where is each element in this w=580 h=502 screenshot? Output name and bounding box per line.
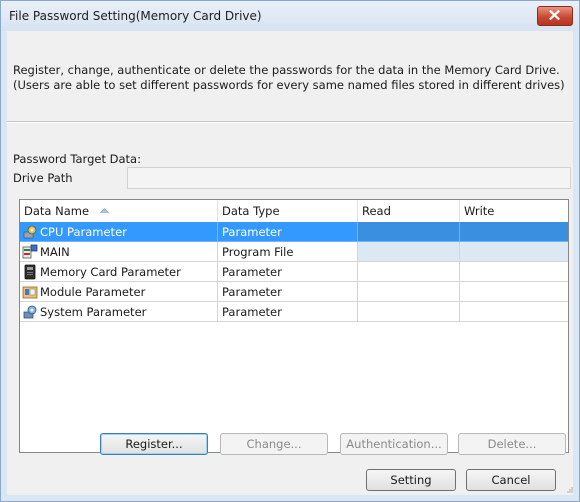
cell-data-name: Memory Card Parameter — [20, 262, 218, 282]
column-header-write[interactable]: Write — [460, 200, 568, 222]
drive-path-label: Drive Path — [13, 171, 73, 185]
authentication-button[interactable]: Authentication... — [340, 433, 448, 455]
grid-header: Data Name Data Type Read Write — [20, 200, 568, 223]
close-button[interactable] — [537, 6, 573, 26]
data-name-text: Memory Card Parameter — [40, 265, 181, 279]
file-password-dialog: File Password Setting(Memory Card Drive)… — [0, 0, 580, 502]
cell-data-type: Program File — [218, 242, 358, 262]
program-file-icon — [22, 244, 38, 259]
cell-data-type: Parameter — [218, 282, 358, 302]
cell-data-type: Parameter — [218, 302, 358, 322]
cell-write — [460, 242, 568, 262]
cell-data-name: MAIN — [20, 242, 218, 262]
table-row[interactable]: CPU Parameter Parameter — [20, 222, 568, 242]
cell-data-type: Parameter — [218, 262, 358, 282]
column-header-write-label: Write — [464, 204, 495, 218]
data-name-text: Module Parameter — [40, 285, 146, 299]
column-header-data-type[interactable]: Data Type — [218, 200, 358, 222]
cell-write — [460, 302, 568, 322]
cell-data-name: System Parameter — [20, 302, 218, 322]
delete-button[interactable]: Delete... — [458, 433, 566, 455]
table-row[interactable]: System Parameter Parameter — [20, 302, 568, 322]
cell-write — [460, 222, 568, 242]
description: Register, change, authenticate or delete… — [13, 63, 569, 93]
change-button[interactable]: Change... — [220, 433, 328, 455]
memory-card-parameter-icon — [24, 264, 36, 280]
column-header-data-name[interactable]: Data Name — [20, 200, 218, 222]
column-header-data-type-label: Data Type — [222, 204, 280, 218]
drive-path-field — [127, 167, 571, 189]
column-header-read[interactable]: Read — [358, 200, 460, 222]
column-header-read-label: Read — [362, 204, 391, 218]
system-parameter-icon — [23, 305, 37, 319]
cancel-button[interactable]: Cancel — [466, 469, 556, 491]
close-x-icon — [549, 10, 560, 20]
setting-button[interactable]: Setting — [366, 469, 456, 491]
cell-read — [358, 262, 460, 282]
cell-read — [358, 222, 460, 242]
cell-data-type: Parameter — [218, 222, 358, 242]
dialog-title: File Password Setting(Memory Card Drive) — [9, 9, 262, 23]
cell-read — [358, 282, 460, 302]
cell-data-name: CPU Parameter — [20, 222, 218, 242]
password-target-label: Password Target Data: — [13, 152, 141, 166]
title-bar[interactable]: File Password Setting(Memory Card Drive) — [1, 1, 579, 31]
table-row[interactable]: Module Parameter Parameter — [20, 282, 568, 302]
data-name-text: System Parameter — [40, 305, 147, 319]
table-row[interactable]: Memory Card Parameter Parameter — [20, 262, 568, 282]
cell-write — [460, 262, 568, 282]
cell-read — [358, 242, 460, 262]
table-row[interactable]: MAIN Program File — [20, 242, 568, 262]
data-name-text: MAIN — [40, 245, 70, 259]
separator — [7, 121, 573, 123]
sort-ascending-icon — [100, 208, 109, 213]
description-line-2: (Users are able to set different passwor… — [13, 78, 565, 92]
data-name-text: CPU Parameter — [40, 225, 127, 239]
description-line-1: Register, change, authenticate or delete… — [13, 63, 560, 77]
cell-write — [460, 282, 568, 302]
data-grid[interactable]: Data Name Data Type Read Write CPU Param… — [19, 199, 569, 453]
column-header-data-name-label: Data Name — [24, 204, 90, 218]
module-parameter-icon — [22, 286, 38, 299]
cpu-parameter-icon — [23, 225, 37, 239]
resize-grip-icon[interactable] — [567, 487, 573, 493]
dialog-body: Register, change, authenticate or delete… — [7, 31, 573, 495]
cell-data-name: Module Parameter — [20, 282, 218, 302]
register-button[interactable]: Register... — [100, 433, 208, 455]
cell-read — [358, 302, 460, 322]
